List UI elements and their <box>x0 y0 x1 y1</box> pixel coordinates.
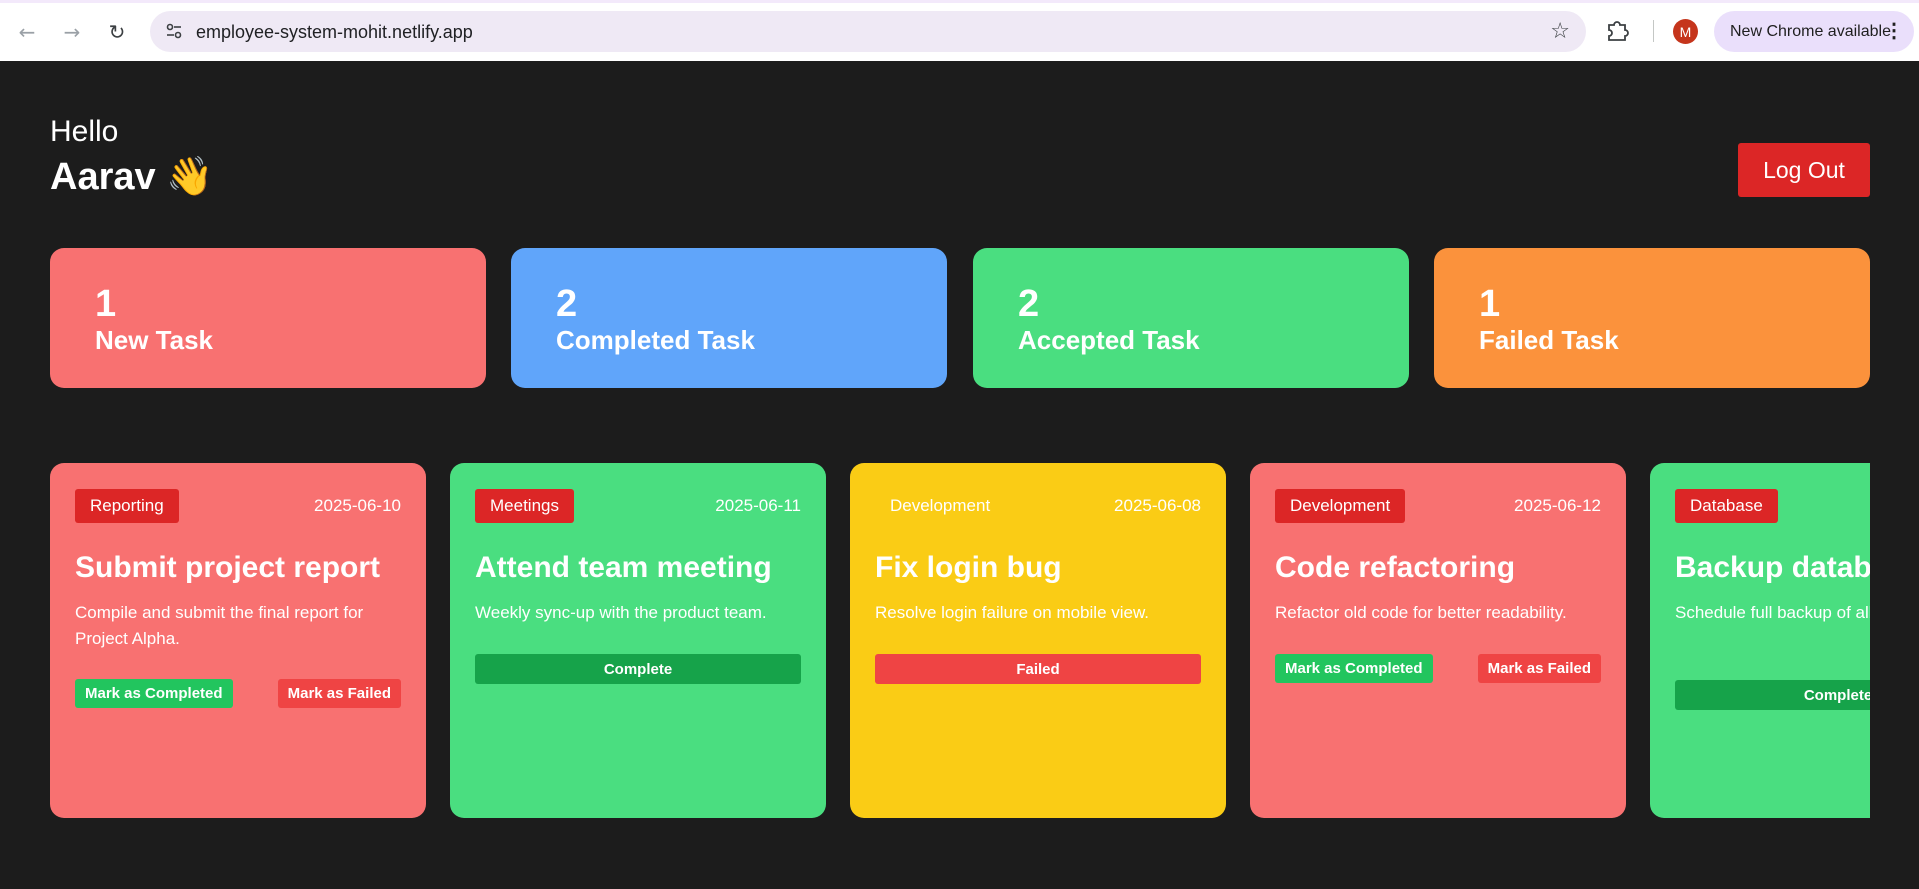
stat-label: Accepted Task <box>1018 325 1200 355</box>
task-title: Fix login bug <box>875 551 1062 584</box>
stat-count: 1 <box>1479 283 1501 325</box>
task-category-badge: Development <box>1275 489 1406 523</box>
stat-card-accepted: 2 Accepted Task <box>973 248 1409 388</box>
stat-card-completed: 2 Completed Task <box>511 248 947 388</box>
wave-emoji-icon: 👋 <box>166 156 214 198</box>
task-date: 2025-06-12 <box>1514 496 1601 515</box>
update-chip-label: New Chrome available <box>1730 22 1891 40</box>
logout-button[interactable]: Log Out <box>1738 143 1870 197</box>
tab-strip-edge <box>0 0 1919 3</box>
task-title: Submit project report <box>75 551 381 584</box>
stat-card-new: 1 New Task <box>50 248 486 388</box>
task-description: Weekly sync-up with the product team. <box>475 603 767 622</box>
task-description: Resolve login failure on mobile view. <box>875 603 1150 622</box>
task-title: Attend team meeting <box>475 551 772 584</box>
stat-count: 2 <box>1018 283 1040 325</box>
mark-failed-button[interactable]: Mark as Failed <box>1477 654 1601 683</box>
browser-toolbar: ← → ↻ employee-system-mohit.netlify.app … <box>0 0 1919 61</box>
user-name-text: Aarav <box>50 156 156 198</box>
task-description: Compile and submit the final report for … <box>75 603 364 648</box>
complete-status-button[interactable]: Complete <box>475 654 801 684</box>
task-card: Meetings 2025-06-11 Attend team meeting … <box>450 463 826 818</box>
mark-completed-button[interactable]: Mark as Completed <box>1275 654 1433 683</box>
task-date: 2025-06-10 <box>314 496 401 515</box>
task-category-badge: Database <box>1675 489 1778 523</box>
stat-count: 1 <box>95 283 117 325</box>
user-name: Aarav 👋 <box>50 155 214 199</box>
task-date: 2025-06-08 <box>1114 496 1201 515</box>
task-title: Code refactoring <box>1275 551 1516 584</box>
back-arrow-icon[interactable]: ← <box>11 16 43 48</box>
task-card: Reporting 2025-06-10 Submit project repo… <box>50 463 426 818</box>
stat-label: Failed Task <box>1479 325 1619 355</box>
task-title: Backup database <box>1675 551 1870 584</box>
extensions-puzzle-icon[interactable] <box>1604 17 1632 45</box>
reload-icon[interactable]: ↻ <box>101 16 133 48</box>
site-settings-icon[interactable] <box>164 21 184 41</box>
chrome-update-chip[interactable]: New Chrome available ⋮ <box>1714 11 1914 52</box>
stat-label: Completed Task <box>556 325 755 355</box>
task-card: Development 2025-06-08 Fix login bug Res… <box>850 463 1226 818</box>
task-card: Development 2025-06-12 Code refactoring … <box>1250 463 1626 818</box>
task-card: Database Backup database Schedule full b… <box>1650 463 1870 818</box>
bookmark-star-icon[interactable]: ☆ <box>1550 19 1570 44</box>
address-bar[interactable]: employee-system-mohit.netlify.app ☆ <box>150 11 1586 52</box>
url-text[interactable]: employee-system-mohit.netlify.app <box>196 22 473 43</box>
task-category-badge: Reporting <box>75 489 179 523</box>
task-category-badge: Meetings <box>475 489 574 523</box>
task-category-badge: Development <box>890 496 991 515</box>
profile-avatar[interactable]: M <box>1673 19 1698 44</box>
greeting-text: Hello <box>50 115 119 148</box>
toolbar-divider <box>1653 20 1654 42</box>
stat-card-failed: 1 Failed Task <box>1434 248 1870 388</box>
task-description: Schedule full backup of all databases. <box>1675 603 1870 622</box>
mark-failed-button[interactable]: Mark as Failed <box>277 679 401 708</box>
more-menu-icon[interactable]: ⋮ <box>1884 18 1904 43</box>
mark-completed-button[interactable]: Mark as Completed <box>75 679 233 708</box>
task-date: 2025-06-11 <box>715 496 801 515</box>
forward-arrow-icon[interactable]: → <box>56 16 88 48</box>
failed-status-button[interactable]: Failed <box>875 654 1201 684</box>
complete-status-button[interactable]: Complete <box>1675 680 1870 710</box>
stat-count: 2 <box>556 283 578 325</box>
task-description: Refactor old code for better readability… <box>1275 603 1567 622</box>
task-list[interactable]: Reporting 2025-06-10 Submit project repo… <box>50 463 1870 818</box>
stat-label: New Task <box>95 325 214 355</box>
